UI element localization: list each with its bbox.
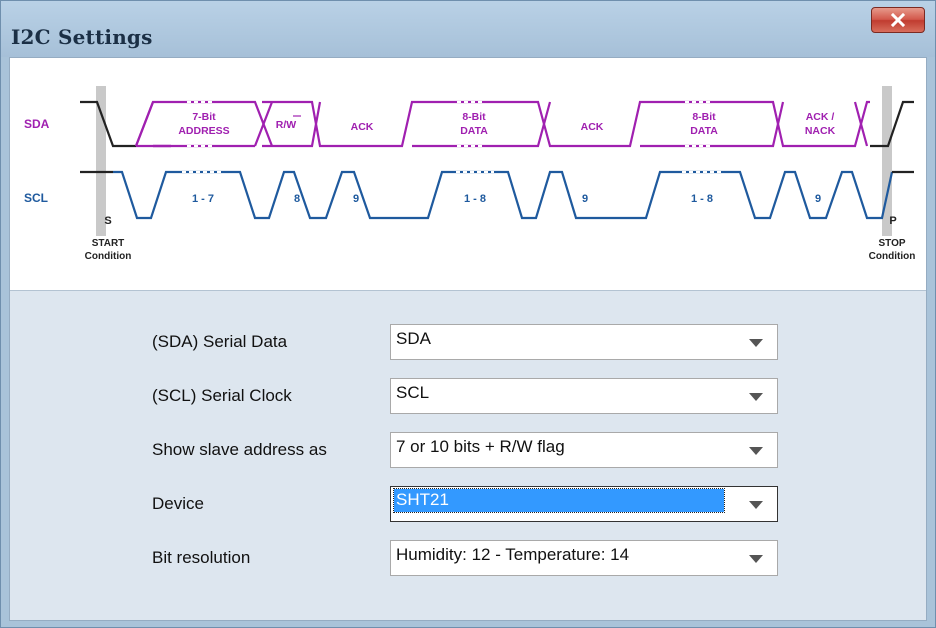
start-condition-bar <box>96 86 106 236</box>
chevron-down-icon <box>749 555 763 563</box>
scl-label: (SCL) Serial Clock <box>152 386 292 405</box>
sda-dropdown[interactable]: SDA <box>390 324 778 360</box>
scl-label-5: 9 <box>582 193 588 205</box>
slave-address-label: Show slave address as <box>152 440 327 459</box>
scl-label-7: 9 <box>815 193 821 205</box>
timing-diagram-svg: SDA SCL 7-Bit ADDRESS R/W ACK 8-Bit DATA… <box>24 86 916 262</box>
sda-field-labels: 7-Bit ADDRESS R/W ACK 8-Bit DATA ACK 8-B… <box>178 111 835 137</box>
stop-caption-line1: STOP <box>878 238 905 249</box>
chevron-down-icon <box>749 501 763 509</box>
sda-dropdown-value: SDA <box>396 329 431 348</box>
sda-field-7-line1: ACK / <box>806 111 835 123</box>
sda-field-4-line1: 8-Bit <box>462 111 486 123</box>
scl-label-2: 8 <box>294 193 300 205</box>
sda-field-1-line2: ADDRESS <box>178 125 229 137</box>
sda-field-6-line1: 8-Bit <box>692 111 716 123</box>
device-dropdown[interactable]: SHT21 <box>390 486 778 522</box>
sda-field-6-line2: DATA <box>690 125 718 137</box>
window-title: I2C Settings <box>11 25 153 49</box>
scl-label-1: 1 - 7 <box>192 193 214 205</box>
stop-marker: P <box>889 215 896 227</box>
sda-field-2: R/W <box>276 119 297 131</box>
slave-address-dropdown[interactable]: 7 or 10 bits + R/W flag <box>390 432 778 468</box>
scl-signal-label: SCL <box>24 191 48 205</box>
sda-field-7-line2: NACK <box>805 125 836 137</box>
sda-label: (SDA) Serial Data <box>152 332 288 351</box>
sda-field-5: ACK <box>581 121 604 133</box>
scl-dropdown-value: SCL <box>396 383 430 402</box>
chevron-down-icon <box>749 393 763 401</box>
dialog-body: SDA SCL 7-Bit ADDRESS R/W ACK 8-Bit DATA… <box>9 57 927 621</box>
sda-field-4-line2: DATA <box>460 125 488 137</box>
close-button[interactable] <box>871 7 925 33</box>
scl-bit-labels: 1 - 7 8 9 1 - 8 9 1 - 8 9 <box>192 193 821 205</box>
sda-field-3: ACK <box>351 121 374 133</box>
sda-signal-label: SDA <box>24 117 50 131</box>
close-icon <box>890 13 906 27</box>
start-caption-line1: START <box>92 238 125 249</box>
sda-waveform <box>80 100 914 148</box>
condition-captions: S P START Condition STOP Condition <box>85 215 916 262</box>
start-marker: S <box>104 215 111 227</box>
stop-caption-line2: Condition <box>869 251 916 262</box>
i2c-settings-window: I2C Settings SDA SCL 7-Bit ADDRESS R/W A… <box>0 0 936 628</box>
scl-label-6: 1 - 8 <box>691 193 713 205</box>
device-dropdown-value: SHT21 <box>393 488 725 513</box>
title-bar[interactable]: I2C Settings <box>1 1 935 57</box>
i2c-timing-diagram: SDA SCL 7-Bit ADDRESS R/W ACK 8-Bit DATA… <box>10 58 926 291</box>
scl-dropdown[interactable]: SCL <box>390 378 778 414</box>
chevron-down-icon <box>749 447 763 455</box>
scl-label-4: 1 - 8 <box>464 193 486 205</box>
device-label: Device <box>152 494 204 513</box>
slave-address-dropdown-value: 7 or 10 bits + R/W flag <box>396 437 565 456</box>
bit-resolution-dropdown-value: Humidity: 12 - Temperature: 14 <box>396 545 630 564</box>
start-caption-line2: Condition <box>85 251 132 262</box>
settings-form: (SDA) Serial Data SDA (SCL) Serial Clock… <box>10 290 926 620</box>
sda-field-1-line1: 7-Bit <box>192 111 216 123</box>
chevron-down-icon <box>749 339 763 347</box>
scl-label-3: 9 <box>353 193 359 205</box>
bit-resolution-dropdown[interactable]: Humidity: 12 - Temperature: 14 <box>390 540 778 576</box>
bit-resolution-label: Bit resolution <box>152 548 251 567</box>
